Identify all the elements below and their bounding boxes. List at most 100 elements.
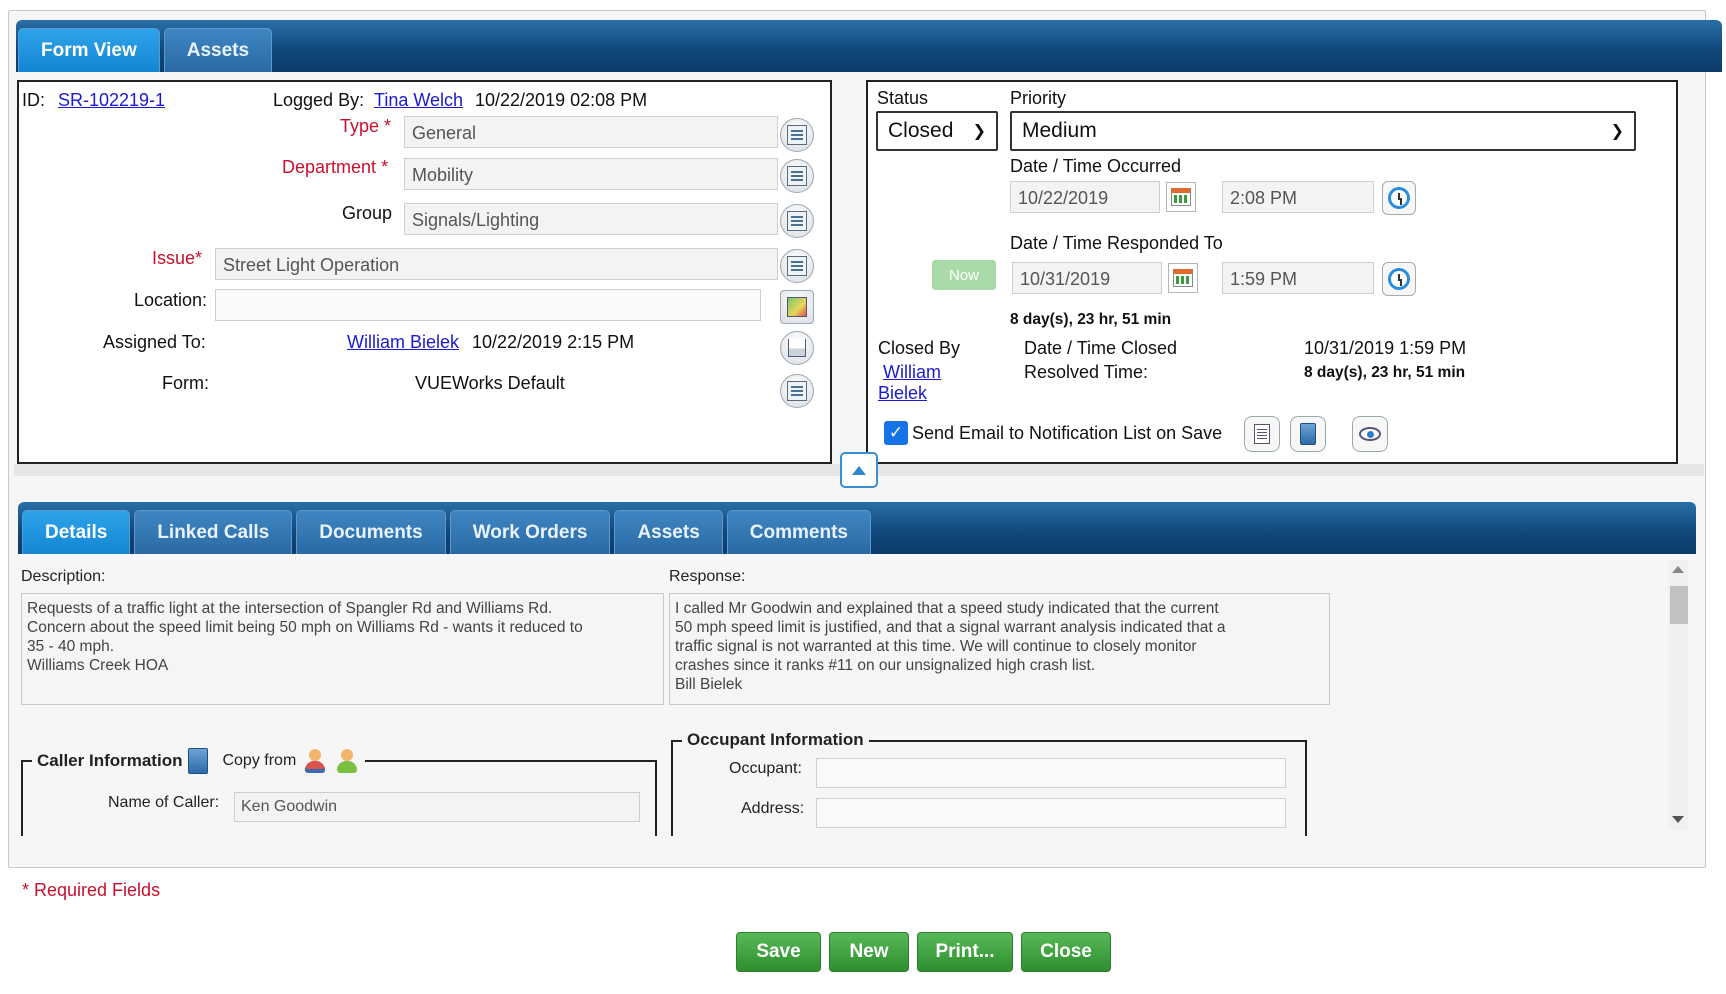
assigned-to-label: Assigned To:: [103, 332, 206, 352]
tab-work-orders[interactable]: Work Orders: [449, 510, 611, 554]
tab-assets[interactable]: Assets: [163, 28, 273, 72]
required-fields-note: * Required Fields: [22, 880, 161, 900]
send-email-checkbox[interactable]: ✓: [884, 421, 908, 445]
description-textarea[interactable]: Requests of a traffic light at the inter…: [21, 593, 664, 705]
tab-form-view[interactable]: Form View: [18, 28, 160, 72]
address-field[interactable]: [816, 798, 1286, 828]
location-field[interactable]: [215, 289, 761, 321]
department-label: Department *: [282, 157, 389, 177]
notification-template-button[interactable]: [1244, 416, 1280, 452]
preview-button[interactable]: [1352, 416, 1388, 452]
copy-from-contact-icon[interactable]: [334, 748, 360, 774]
date-closed-label: Date / Time Closed: [1024, 338, 1178, 358]
status-select[interactable]: Closed ❯: [876, 111, 998, 151]
request-id-link[interactable]: SR-102219-1: [58, 90, 165, 111]
occurred-calendar-button[interactable]: [1166, 182, 1196, 212]
type-lookup-button[interactable]: [780, 118, 814, 152]
type-field[interactable]: General: [404, 116, 778, 148]
address-book-icon[interactable]: [188, 748, 209, 774]
print-button[interactable]: Print...: [917, 932, 1013, 972]
top-tab-bar: Form View Assets: [16, 20, 1722, 72]
closed-by-link-last[interactable]: Bielek: [878, 383, 927, 404]
issue-lookup-button[interactable]: [780, 249, 814, 283]
new-button[interactable]: New: [829, 932, 909, 972]
clock-icon: [1388, 187, 1410, 209]
copy-from-user-icon[interactable]: [302, 748, 328, 774]
chevron-down-icon: ❯: [972, 123, 986, 140]
scrollbar-thumb[interactable]: [1670, 586, 1688, 624]
responded-label: Date / Time Responded To: [1010, 233, 1223, 253]
scroll-down-icon[interactable]: [1672, 816, 1684, 823]
assign-user-button[interactable]: [780, 331, 814, 365]
address-label: Address:: [741, 800, 805, 817]
eye-icon: [1359, 427, 1381, 441]
form-value: VUEWorks Default: [415, 373, 565, 393]
responded-time-field[interactable]: 1:59 PM: [1222, 262, 1374, 294]
close-button[interactable]: Close: [1021, 932, 1111, 972]
clock-icon: [1388, 268, 1410, 290]
description-label: Description:: [21, 568, 106, 585]
notification-list-button[interactable]: [1290, 416, 1326, 452]
download-icon: [788, 339, 806, 357]
list-lookup-icon: [787, 256, 807, 276]
date-closed-value: 10/31/2019 1:59 PM: [1304, 338, 1467, 358]
priority-label: Priority: [1010, 88, 1067, 108]
assigned-to-link[interactable]: William Bielek: [347, 332, 459, 353]
occupant-information-legend: Occupant Information: [682, 730, 869, 750]
list-lookup-icon: [787, 211, 807, 231]
tab-documents[interactable]: Documents: [296, 510, 446, 554]
issue-label: Issue*: [152, 248, 203, 268]
issue-field[interactable]: Street Light Operation: [215, 248, 778, 280]
occurred-date-field[interactable]: 10/22/2019: [1010, 181, 1160, 213]
tab-details[interactable]: Details: [22, 510, 131, 554]
closed-by-link-first[interactable]: William: [883, 362, 941, 383]
logged-by-date: 10/22/2019 02:08 PM: [475, 90, 648, 110]
chevron-up-icon: [852, 465, 866, 475]
caller-name-field[interactable]: Ken Goodwin: [234, 792, 640, 822]
location-map-button[interactable]: [780, 290, 814, 324]
document-icon: [1254, 424, 1270, 444]
group-lookup-button[interactable]: [780, 204, 814, 238]
group-field[interactable]: Signals/Lighting: [404, 203, 778, 235]
address-book-icon: [1300, 423, 1316, 445]
now-button[interactable]: Now: [932, 260, 996, 290]
details-content: Description: Requests of a traffic light…: [18, 558, 1668, 836]
occupant-field[interactable]: [816, 758, 1286, 788]
occupant-label: Occupant:: [729, 760, 802, 777]
status-label: Status: [877, 88, 929, 108]
responded-calendar-button[interactable]: [1168, 263, 1198, 293]
form-lookup-button[interactable]: [780, 374, 814, 408]
occurred-clock-button[interactable]: [1382, 181, 1416, 215]
caller-name-label: Name of Caller:: [108, 794, 220, 811]
list-lookup-icon: [787, 166, 807, 186]
calendar-icon: [1173, 269, 1193, 287]
form-label: Form:: [162, 373, 209, 393]
list-lookup-icon: [787, 381, 807, 401]
scroll-up-icon[interactable]: [1672, 566, 1684, 573]
department-lookup-button[interactable]: [780, 159, 814, 193]
caller-information-legend: Caller Information Copy from: [32, 748, 366, 774]
tab-comments[interactable]: Comments: [726, 510, 871, 554]
department-field[interactable]: Mobility: [404, 158, 778, 190]
occupant-information-title: Occupant Information: [687, 730, 864, 749]
map-icon: [787, 297, 807, 317]
responded-clock-button[interactable]: [1382, 262, 1416, 296]
responded-date-field[interactable]: 10/31/2019: [1012, 262, 1162, 294]
detail-tab-bar: Details Linked Calls Documents Work Orde…: [18, 502, 1696, 554]
occurred-time-field[interactable]: 2:08 PM: [1222, 181, 1374, 213]
checkmark-icon: ✓: [888, 423, 904, 442]
response-textarea[interactable]: I called Mr Goodwin and explained that a…: [669, 593, 1330, 705]
tab-assets-detail[interactable]: Assets: [614, 510, 723, 554]
save-button[interactable]: Save: [736, 932, 821, 972]
closed-by-label: Closed By: [878, 338, 961, 358]
group-label: Group: [342, 203, 393, 223]
location-label: Location:: [134, 290, 208, 310]
priority-select[interactable]: Medium ❯: [1010, 111, 1636, 151]
occurred-label: Date / Time Occurred: [1010, 156, 1182, 176]
logged-by-label: Logged By:: [273, 90, 365, 110]
collapse-panel-button[interactable]: [840, 452, 878, 488]
calendar-icon: [1171, 188, 1191, 206]
logged-by-name-link[interactable]: Tina Welch: [374, 90, 463, 111]
type-label: Type *: [340, 116, 392, 136]
tab-linked-calls[interactable]: Linked Calls: [134, 510, 293, 554]
